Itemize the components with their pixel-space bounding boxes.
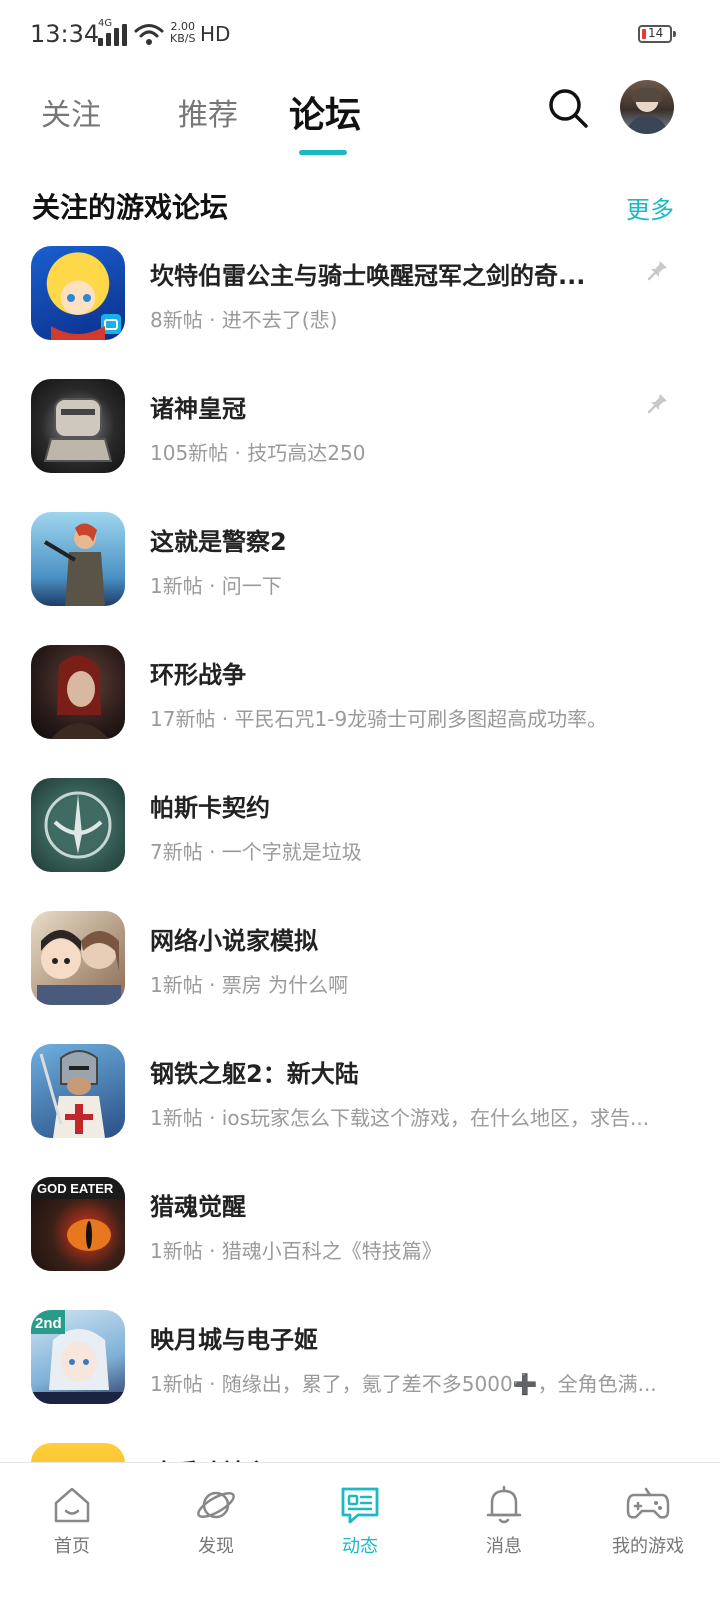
- feed-icon: [341, 1487, 379, 1524]
- web-novelist-game-icon: [31, 911, 125, 1005]
- forum-subtitle: 7新帖 · 一个字就是垃圾: [150, 840, 362, 864]
- user-avatar[interactable]: [620, 80, 674, 134]
- top-tabs: 关注 推荐 论坛: [0, 78, 720, 158]
- search-icon[interactable]: [546, 86, 590, 130]
- bell-icon: [486, 1485, 522, 1524]
- status-time: 13:34: [30, 20, 100, 48]
- forum-item[interactable]: 帕斯卡契约 7新帖 · 一个字就是垃圾: [0, 776, 720, 872]
- forum-item[interactable]: 诸神皇冠 105新帖 · 技巧高达250: [0, 377, 720, 473]
- nav-messages[interactable]: 消息: [432, 1463, 576, 1601]
- network-speed: 2.00 KB/S: [170, 21, 195, 45]
- forum-subtitle: 8新帖 · 进不去了(悲): [150, 308, 338, 332]
- this-is-the-police-game-icon: [31, 512, 125, 606]
- forum-item[interactable]: 网络小说家模拟 1新帖 · 票房 为什么啊: [0, 909, 720, 1005]
- section-title: 关注的游戏论坛: [32, 191, 229, 224]
- annulus-game-icon: [31, 645, 125, 739]
- active-tab-indicator: [299, 150, 347, 155]
- cellular-signal-icon: 4G: [98, 18, 127, 46]
- speed-unit: KB/S: [170, 32, 196, 45]
- battery-icon: 14: [638, 25, 676, 43]
- nav-discover[interactable]: 发现: [144, 1463, 288, 1601]
- forum-name: 网络小说家模拟: [150, 927, 318, 955]
- forum-name: 诸神皇冠: [150, 395, 246, 423]
- forum-item[interactable]: 钢铁之躯2：新大陆 1新帖 · ios玩家怎么下载这个游戏，在什么地区，求告..…: [0, 1042, 720, 1138]
- forum-name: 这就是警察2: [150, 528, 287, 556]
- forum-subtitle: 1新帖 · 随缘出，累了，氪了差不多5000➕，全角色满...: [150, 1372, 657, 1396]
- nav-messages-label: 消息: [486, 1536, 522, 1557]
- forum-name: 映月城与电子姬: [150, 1326, 318, 1354]
- forum-subtitle: 105新帖 · 技巧高达250: [150, 441, 366, 465]
- god-eater-game-icon: GOD EATER: [31, 1177, 125, 1271]
- nav-feed-label: 动态: [342, 1536, 378, 1557]
- forum-subtitle: 1新帖 · 票房 为什么啊: [150, 973, 349, 997]
- kanterbury-game-icon: [31, 246, 125, 340]
- tab-recommend[interactable]: 推荐: [178, 90, 238, 134]
- network-type-label: 4G: [98, 18, 113, 29]
- forum-subtitle: 1新帖 · ios玩家怎么下载这个游戏，在什么地区，求告...: [150, 1106, 650, 1130]
- forum-name: 环形战争: [150, 661, 246, 689]
- forum-subtitle: 1新帖 · 猎魂小百科之《特技篇》: [150, 1239, 442, 1263]
- forum-item[interactable]: 环形战争 17新帖 · 平民石咒1-9龙骑士可刷多图超高成功率。: [0, 643, 720, 739]
- pin-icon: [647, 394, 667, 414]
- nav-home-label: 首页: [54, 1536, 90, 1557]
- steel-body-game-icon: [31, 1044, 125, 1138]
- hd-indicator: HD: [200, 22, 231, 46]
- more-link[interactable]: 更多: [626, 190, 674, 225]
- svg-text:GOD EATER: GOD EATER: [37, 1181, 114, 1196]
- forum-subtitle: 17新帖 · 平民石咒1-9龙骑士可刷多图超高成功率。: [150, 707, 608, 731]
- gamepad-icon: [626, 1487, 670, 1519]
- bottom-nav: 首页 发现 动态 消息 我的游戏: [0, 1462, 720, 1601]
- forum-item[interactable]: 这就是警察2 1新帖 · 问一下: [0, 510, 720, 606]
- forum-subtitle: 1新帖 · 问一下: [150, 574, 282, 598]
- nav-my-games[interactable]: 我的游戏: [576, 1463, 720, 1601]
- tab-forum[interactable]: 论坛: [289, 86, 361, 138]
- nav-discover-label: 发现: [198, 1536, 234, 1557]
- forum-item[interactable]: 坎特伯雷公主与骑士唤醒冠军之剑的奇... 8新帖 · 进不去了(悲): [0, 244, 720, 340]
- forum-item[interactable]: GOD EATER 猎魂觉醒 1新帖 · 猎魂小百科之《特技篇》: [0, 1175, 720, 1271]
- battery-level: 14: [648, 26, 664, 40]
- crown-of-gods-game-icon: [31, 379, 125, 473]
- nav-feed[interactable]: 动态: [288, 1463, 432, 1601]
- forum-name: 坎特伯雷公主与骑士唤醒冠军之剑的奇...: [150, 262, 586, 290]
- forum-name: 钢铁之躯2：新大陆: [150, 1060, 359, 1088]
- moon-city-game-icon: 2nd: [31, 1310, 125, 1404]
- pascal-contract-game-icon: [31, 778, 125, 872]
- home-icon: [54, 1487, 90, 1523]
- wifi-icon: [134, 24, 164, 45]
- pin-icon: [647, 261, 667, 281]
- forum-item[interactable]: 2nd 映月城与电子姬 1新帖 · 随缘出，累了，氪了差不多5000➕，全角色满…: [0, 1308, 720, 1404]
- tab-follow[interactable]: 关注: [41, 90, 101, 134]
- nav-my-games-label: 我的游戏: [612, 1536, 684, 1557]
- status-bar: 13:34 4G 2.00 KB/S HD 14: [0, 0, 720, 70]
- forum-name: 猎魂觉醒: [150, 1193, 246, 1221]
- nav-home[interactable]: 首页: [0, 1463, 144, 1601]
- forum-name: 帕斯卡契约: [150, 794, 270, 822]
- svg-text:2nd: 2nd: [35, 1315, 62, 1332]
- planet-icon: [197, 1491, 235, 1519]
